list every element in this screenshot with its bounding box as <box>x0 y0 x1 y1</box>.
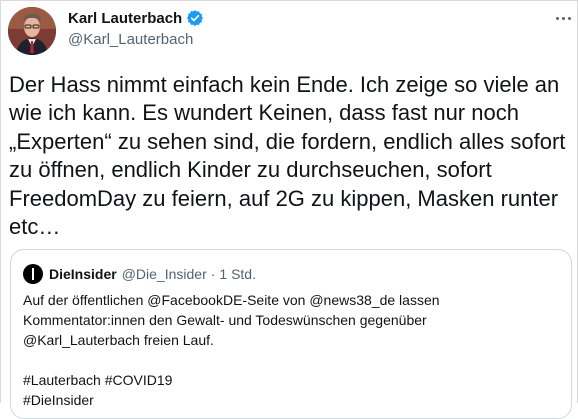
more-options-icon[interactable] <box>551 10 575 26</box>
quoted-author-avatar <box>23 264 43 284</box>
quoted-tweet-header: DieInsider @Die_Insider · 1 Std. <box>23 264 256 284</box>
author-name-row[interactable]: Karl Lauterbach <box>68 9 204 27</box>
verified-badge-icon <box>187 10 204 27</box>
tweet-card: Karl Lauterbach @Karl_Lauterbach Der Has… <box>0 0 578 419</box>
quoted-tweet[interactable]: DieInsider @Die_Insider · 1 Std. Auf der… <box>10 249 572 419</box>
tweet-text: Der Hass nimmt einfach kein Ende. Ich ze… <box>9 72 566 240</box>
author-avatar[interactable] <box>8 7 56 55</box>
quoted-author-handle: @Die_Insider <box>121 266 207 282</box>
author-name[interactable]: Karl Lauterbach <box>68 10 182 27</box>
quoted-author-name: DieInsider <box>49 266 117 282</box>
author-handle[interactable]: @Karl_Lauterbach <box>68 31 193 48</box>
quoted-separator: · <box>210 266 216 282</box>
quoted-timestamp: 1 Std. <box>219 266 256 282</box>
quoted-tweet-text: Auf der öffentlichen @FacebookDE-Seite v… <box>23 292 440 408</box>
